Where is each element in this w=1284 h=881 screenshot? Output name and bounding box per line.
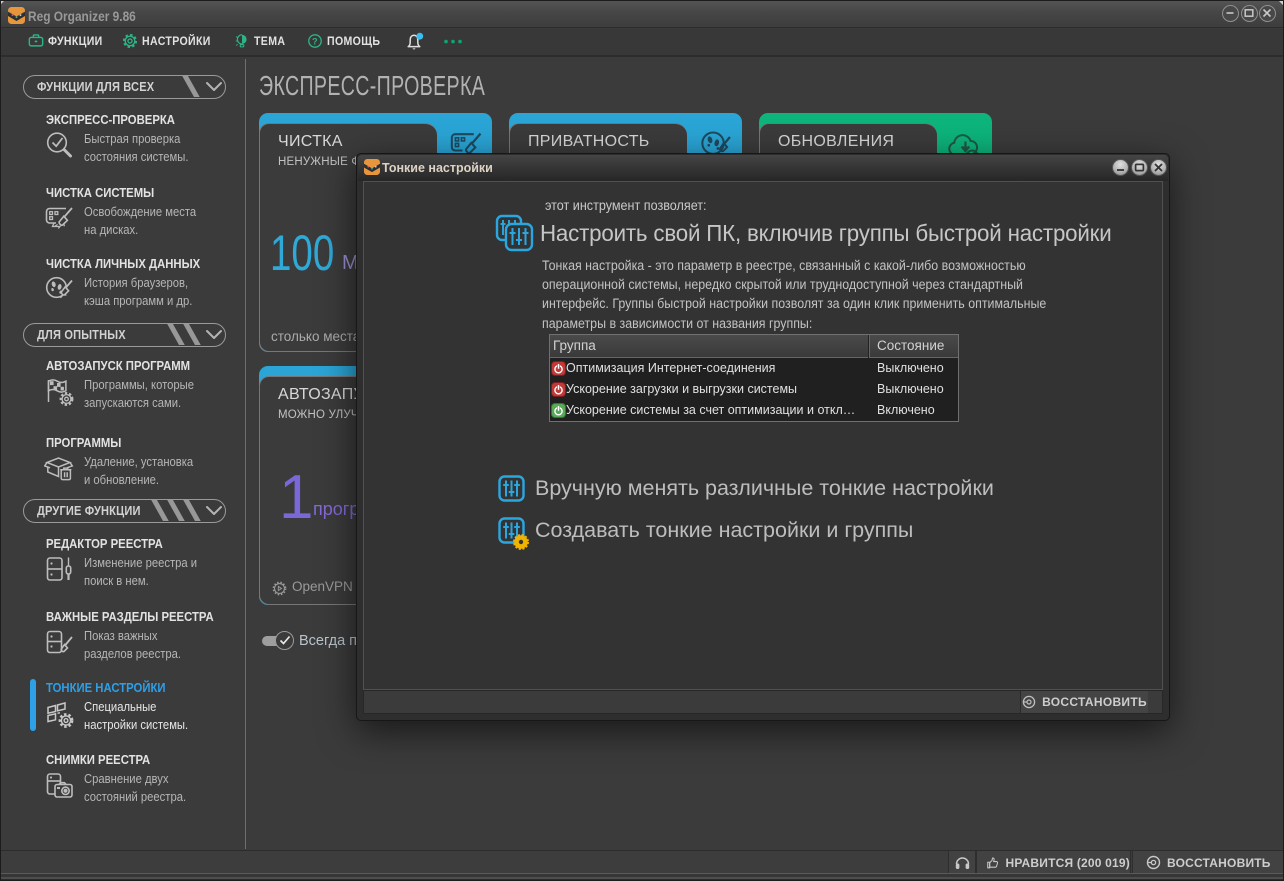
svg-text:?: ? (312, 36, 318, 46)
